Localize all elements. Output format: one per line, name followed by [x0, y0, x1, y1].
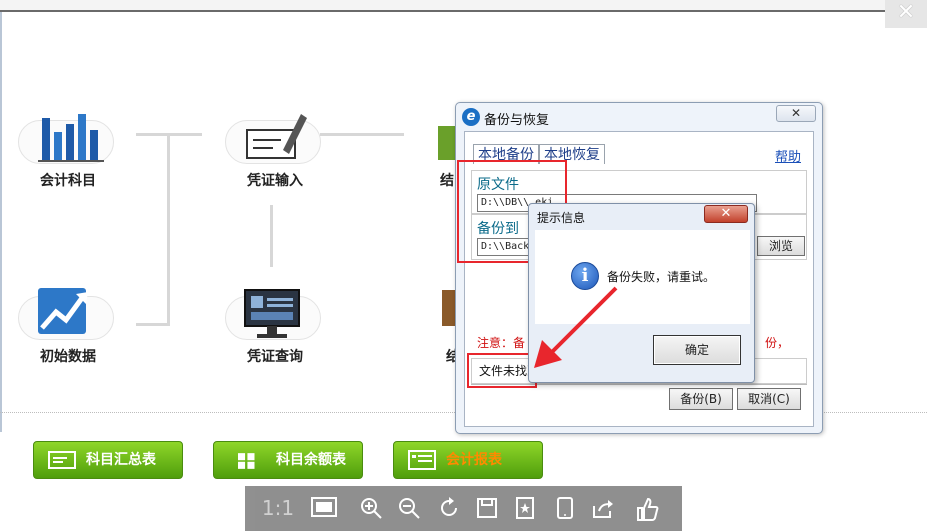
note-text-tail: 份， — [765, 336, 790, 350]
voucher-pen-icon — [246, 114, 307, 159]
close-icon: ✕ — [790, 106, 802, 120]
message-box-close-button[interactable]: ✕ — [704, 205, 748, 223]
dialog-title: 备份与恢复 — [484, 113, 550, 128]
tile-label: 凭证输入 — [247, 173, 303, 189]
note-text: 注意：备 — [477, 336, 526, 350]
left-edge-border — [0, 12, 2, 432]
save-icon[interactable] — [475, 496, 499, 520]
tile-label: 会计科目 — [40, 173, 96, 189]
connector-line — [270, 205, 273, 267]
message-box-title: 提示信息 — [537, 211, 586, 225]
app-logo-icon: e — [462, 108, 480, 126]
fit-window-icon[interactable] — [311, 496, 337, 520]
tile-label: 初始数据 — [40, 349, 96, 365]
zoom-in-icon[interactable] — [359, 496, 383, 520]
backup-button[interactable]: 备份(B) — [669, 388, 733, 410]
dialog-close-button[interactable]: ✕ — [776, 105, 816, 122]
button-label: 科目汇总表 — [86, 452, 156, 468]
image-viewer-toolbar: 1:1 — [245, 486, 682, 531]
cancel-button[interactable]: 取消(C) — [737, 388, 801, 410]
report-icon — [48, 451, 76, 469]
subject-summary-button[interactable]: 科目汇总表 — [33, 441, 183, 479]
annotation-arrow-icon — [534, 286, 618, 368]
tile-voucher-input[interactable]: 凭证输入 — [225, 100, 335, 200]
browse-button[interactable]: 浏览 — [757, 236, 805, 256]
help-link[interactable]: 帮助 — [775, 146, 801, 165]
button-label: 会计报表 — [446, 452, 502, 468]
tile-accounting-subjects[interactable]: 会计科目 — [18, 100, 128, 200]
tile-initial-data[interactable]: 初始数据 — [18, 276, 128, 376]
close-icon: ✕ — [896, 0, 916, 25]
button-label: 科目余额表 — [276, 452, 346, 468]
subject-balance-button[interactable]: 科目余额表 — [213, 441, 363, 479]
connector-line — [136, 323, 170, 326]
thumbs-up-icon[interactable] — [635, 496, 659, 521]
bar-chart-icon — [38, 114, 104, 162]
ok-button[interactable]: 确定 — [653, 335, 741, 365]
close-icon: ✕ — [720, 206, 732, 221]
tile-voucher-query[interactable]: 凭证查询 — [225, 276, 335, 376]
accounting-report-button[interactable]: 会计报表 — [393, 441, 543, 479]
share-icon[interactable] — [591, 496, 615, 520]
list-report-icon — [408, 450, 436, 470]
monitor-icon — [244, 289, 300, 338]
trend-up-icon — [38, 288, 88, 334]
rotate-icon[interactable] — [437, 496, 461, 520]
tablet-icon[interactable] — [553, 496, 577, 520]
actual-size-button[interactable]: 1:1 — [261, 496, 295, 520]
grid-icon — [238, 453, 255, 469]
tile-closing[interactable]: 结 — [420, 100, 460, 200]
tile-label: 凭证查询 — [247, 349, 303, 365]
window-close-button[interactable]: ✕ — [885, 0, 927, 28]
tile-closing-2[interactable]: 结 — [420, 276, 460, 376]
zoom-out-icon[interactable] — [397, 496, 421, 520]
window-top-bar — [0, 0, 927, 12]
connector-line — [320, 133, 404, 136]
bookmark-icon[interactable] — [513, 496, 537, 520]
connector-line — [167, 133, 170, 325]
